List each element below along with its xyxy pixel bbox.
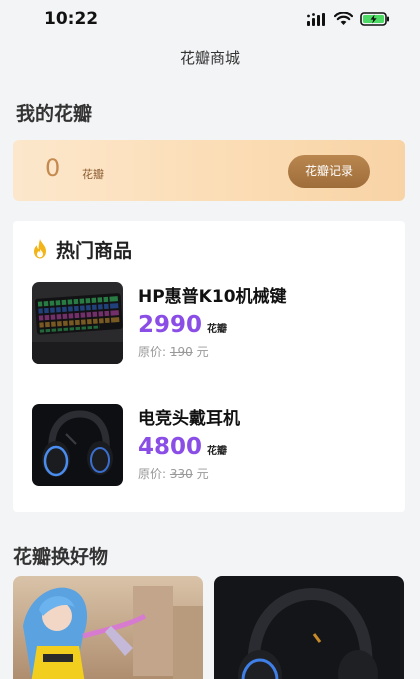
hot-products-header: 热门商品 — [30, 236, 132, 262]
product-image-headphones[interactable] — [32, 404, 123, 486]
goods-tile-anime-figure[interactable] — [13, 576, 203, 679]
original-price-unit: 元 — [196, 345, 209, 359]
page-title: 花瓣商城 — [179, 49, 240, 67]
goods-exchange-heading: 花瓣换好物 — [13, 546, 109, 568]
original-price-label: 原价: — [138, 345, 167, 359]
price-unit: 花瓣 — [207, 324, 228, 335]
points-record-button[interactable]: 花瓣记录 — [288, 155, 370, 188]
hot-products-card: 热门商品 HP惠普K10机械键 2990 花瓣 原价: 190 元 电竞头戴耳机… — [13, 221, 405, 512]
product-price: 4800 — [138, 434, 203, 460]
product-image-keyboard[interactable] — [32, 282, 123, 364]
points-value: 0 — [45, 154, 61, 182]
original-price-unit: 元 — [196, 467, 209, 481]
price-unit: 花瓣 — [207, 446, 228, 457]
points-card: 0 花瓣 花瓣记录 — [13, 140, 405, 201]
hot-products-title: 热门商品 — [56, 239, 133, 262]
product-item-keyboard[interactable]: HP惠普K10机械键 2990 花瓣 原价: 190 元 — [32, 282, 392, 366]
product-price: 2990 — [138, 312, 203, 338]
my-points-heading: 我的花瓣 — [16, 103, 93, 125]
status-bar: 10:22 — [0, 0, 420, 40]
status-time: 10:22 — [44, 9, 99, 29]
points-unit: 花瓣 — [82, 168, 104, 181]
signal-icon — [307, 12, 325, 26]
original-price: 原价: 190 元 — [138, 343, 209, 360]
original-price-value: 330 — [169, 467, 193, 481]
product-name[interactable]: HP惠普K10机械键 — [138, 282, 287, 307]
price-row: 4800 花瓣 — [138, 434, 227, 460]
original-price-label: 原价: — [138, 467, 167, 481]
original-price: 原价: 330 元 — [138, 465, 209, 482]
product-item-headphones[interactable]: 电竞头戴耳机 4800 花瓣 原价: 330 元 — [32, 404, 392, 488]
flame-icon — [34, 239, 46, 259]
status-icons — [307, 11, 390, 27]
goods-tile-headphones[interactable] — [214, 576, 404, 679]
battery-charging-icon — [360, 12, 389, 26]
price-row: 2990 花瓣 — [138, 312, 227, 338]
product-name[interactable]: 电竞头戴耳机 — [138, 404, 240, 429]
original-price-value: 190 — [169, 345, 193, 359]
wifi-icon — [334, 12, 353, 25]
